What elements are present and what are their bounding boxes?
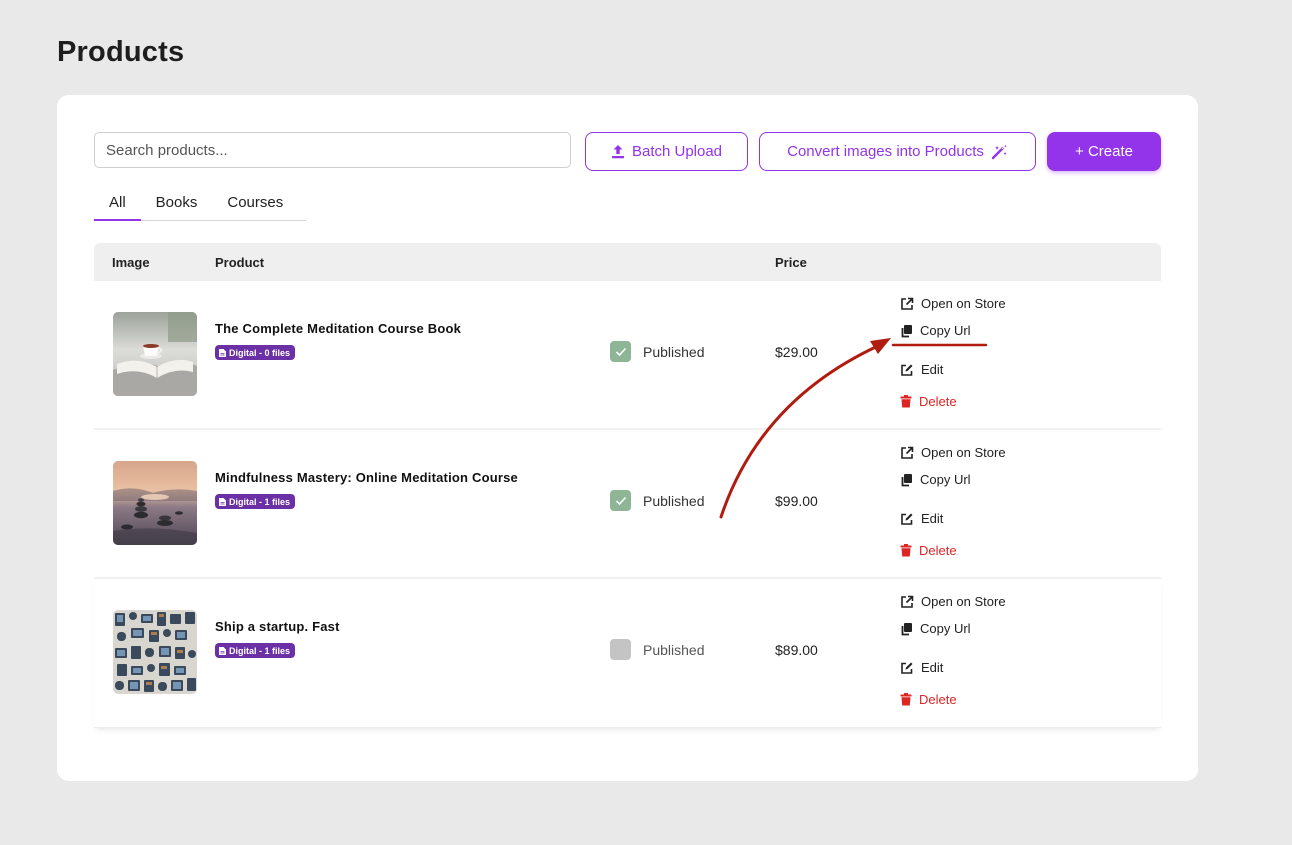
delete-button[interactable]: Delete [900, 543, 957, 558]
product-name[interactable]: Ship a startup. Fast [215, 619, 340, 634]
open-on-store-button[interactable]: Open on Store [900, 594, 1006, 609]
table-header: Image Product Price [94, 243, 1161, 281]
copy-url-label: Copy Url [920, 472, 971, 487]
edit-label: Edit [921, 660, 944, 675]
convert-images-button[interactable]: Convert images into Products [759, 132, 1036, 171]
published-checkbox[interactable] [610, 639, 631, 660]
file-icon [219, 646, 226, 655]
category-tabs: All Books Courses [94, 191, 306, 221]
edit-icon [901, 513, 913, 525]
edit-button[interactable]: Edit [900, 660, 943, 675]
tab-all[interactable]: All [94, 191, 141, 221]
checkmark-icon [615, 347, 626, 356]
table-row: The Complete Meditation Course Book Digi… [94, 281, 1161, 430]
copy-url-label: Copy Url [920, 323, 971, 338]
published-label: Published [643, 492, 705, 509]
product-price: $29.00 [775, 344, 818, 360]
open-on-store-label: Open on Store [921, 445, 1006, 460]
tab-courses[interactable]: Courses [212, 191, 298, 220]
edit-label: Edit [921, 362, 944, 377]
create-label: + Create [1075, 143, 1133, 160]
batch-upload-button[interactable]: Batch Upload [585, 132, 748, 171]
tab-books[interactable]: Books [141, 191, 213, 220]
header-product: Product [215, 255, 265, 270]
create-button[interactable]: + Create [1047, 132, 1161, 171]
upload-icon [611, 145, 624, 159]
delete-label: Delete [919, 543, 957, 558]
delete-button[interactable]: Delete [900, 394, 957, 409]
edit-icon [901, 364, 913, 376]
header-price: Price [775, 255, 807, 270]
product-name[interactable]: Mindfulness Mastery: Online Meditation C… [215, 470, 518, 485]
publish-status: Published [610, 490, 705, 511]
product-name[interactable]: The Complete Meditation Course Book [215, 321, 461, 336]
product-price: $99.00 [775, 493, 818, 509]
product-type-badge: Digital - 1 files [215, 494, 296, 509]
publish-status: Published [610, 639, 705, 660]
batch-upload-label: Batch Upload [631, 143, 723, 160]
products-card: Batch Upload Convert images into Product… [57, 95, 1198, 781]
product-thumbnail [113, 312, 197, 396]
product-type-label: Digital - 0 files [229, 347, 291, 358]
open-on-store-button[interactable]: Open on Store [900, 296, 1006, 311]
published-checkbox[interactable] [610, 490, 631, 511]
edit-button[interactable]: Edit [900, 511, 943, 526]
published-label: Published [643, 641, 705, 658]
product-price: $89.00 [775, 642, 818, 658]
external-link-icon [901, 297, 914, 310]
delete-label: Delete [919, 394, 957, 409]
product-thumbnail [113, 461, 197, 545]
copy-icon [901, 473, 912, 486]
copy-url-button[interactable]: Copy Url [900, 621, 971, 636]
table-row: Ship a startup. Fast Digital - 1 files P… [94, 579, 1161, 728]
publish-status: Published [610, 341, 705, 362]
published-checkbox[interactable] [610, 341, 631, 362]
edit-icon [901, 662, 913, 674]
file-icon [219, 348, 226, 357]
file-icon [219, 497, 226, 506]
external-link-icon [901, 595, 914, 608]
tab-books-label: Books [155, 194, 198, 211]
copy-url-button[interactable]: Copy Url [900, 323, 971, 338]
product-type-badge: Digital - 1 files [215, 643, 296, 658]
open-on-store-label: Open on Store [921, 296, 1006, 311]
product-type-badge: Digital - 0 files [215, 345, 296, 360]
published-label: Published [643, 343, 705, 360]
trash-icon [900, 693, 912, 706]
checkmark-icon [615, 496, 626, 505]
tab-all-label: All [109, 194, 126, 211]
magic-wand-icon [991, 144, 1007, 159]
open-on-store-button[interactable]: Open on Store [900, 445, 1006, 460]
product-type-label: Digital - 1 files [229, 496, 291, 507]
delete-button[interactable]: Delete [900, 692, 957, 707]
edit-button[interactable]: Edit [900, 362, 943, 377]
delete-label: Delete [919, 692, 957, 707]
trash-icon [900, 544, 912, 557]
edit-label: Edit [921, 511, 944, 526]
search-input[interactable] [94, 132, 571, 168]
open-on-store-label: Open on Store [921, 594, 1006, 609]
products-table: Image Product Price The Complete Meditat… [94, 243, 1161, 728]
tab-courses-label: Courses [227, 194, 284, 211]
copy-icon [901, 622, 912, 635]
copy-icon [901, 324, 912, 337]
external-link-icon [901, 446, 914, 459]
header-image: Image [112, 255, 150, 270]
convert-images-label: Convert images into Products [787, 143, 984, 160]
product-type-label: Digital - 1 files [229, 645, 291, 656]
copy-url-label: Copy Url [920, 621, 971, 636]
product-thumbnail [113, 610, 197, 694]
table-row: Mindfulness Mastery: Online Meditation C… [94, 430, 1161, 579]
copy-url-button[interactable]: Copy Url [900, 472, 971, 487]
page-title: Products [57, 36, 185, 68]
trash-icon [900, 395, 912, 408]
